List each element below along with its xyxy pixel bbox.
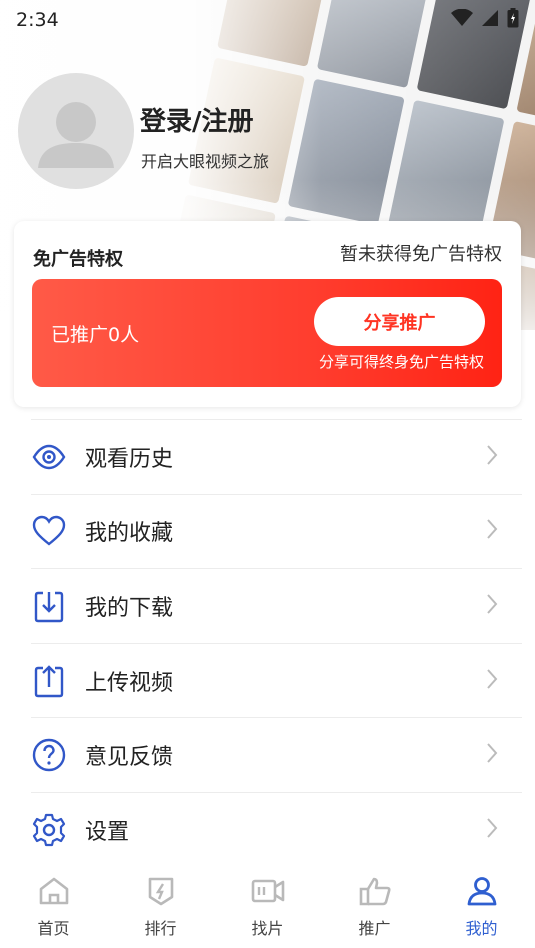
ranking-icon xyxy=(146,876,176,910)
nav-tab-find-video[interactable]: 找片 xyxy=(214,866,321,948)
share-promote-button[interactable]: 分享推广 xyxy=(314,297,485,346)
promo-count: 已推广0人 xyxy=(51,324,140,346)
profile-subtitle: 开启大眼视频之旅 xyxy=(141,152,270,171)
heart-icon xyxy=(31,513,67,549)
menu-item-settings[interactable]: 设置 xyxy=(31,791,522,867)
menu-label-favorites: 我的收藏 xyxy=(85,521,174,547)
status-bar: 2:34 xyxy=(0,0,535,40)
menu-item-feedback[interactable]: 意见反馈 xyxy=(31,717,522,792)
menu-label-downloads: 我的下载 xyxy=(85,595,174,621)
menu-item-downloads[interactable]: 我的下载 xyxy=(31,568,522,643)
nav-label-promote: 推广 xyxy=(358,919,391,938)
nav-tab-promote[interactable]: 推广 xyxy=(321,866,428,948)
share-hint: 分享可得终身免广告特权 xyxy=(318,353,484,371)
wifi-icon xyxy=(451,8,473,32)
download-icon xyxy=(31,588,67,624)
user-silhouette-icon xyxy=(38,102,114,168)
avatar[interactable] xyxy=(18,73,134,189)
nav-label-find-video: 找片 xyxy=(251,919,284,938)
menu-item-watch-history[interactable]: 观看历史 xyxy=(31,419,522,494)
promo-box: 已推广0人 分享推广 分享可得终身免广告特权 xyxy=(32,279,502,387)
eye-icon xyxy=(31,439,67,475)
upload-icon xyxy=(31,663,67,699)
menu-item-favorites[interactable]: 我的收藏 xyxy=(31,493,522,569)
chevron-right-icon xyxy=(486,742,498,768)
status-time: 2:34 xyxy=(16,9,59,31)
battery-icon xyxy=(507,7,519,33)
chevron-right-icon xyxy=(486,593,498,619)
nav-tab-home[interactable]: 首页 xyxy=(0,866,107,948)
bottom-navigation: 首页 排行 找片 推广 我的 xyxy=(0,866,535,948)
chevron-right-icon xyxy=(486,444,498,470)
menu-label-feedback: 意见反馈 xyxy=(85,745,174,771)
login-register-link[interactable]: 登录/注册 xyxy=(140,101,254,138)
menu-label-watch-history: 观看历史 xyxy=(85,446,174,472)
nav-tab-mine[interactable]: 我的 xyxy=(428,866,535,948)
chevron-right-icon xyxy=(486,817,498,843)
nav-tab-ranking[interactable]: 排行 xyxy=(107,866,214,948)
nav-label-ranking: 排行 xyxy=(144,919,177,938)
menu-item-upload-video[interactable]: 上传视频 xyxy=(31,642,522,718)
menu-label-upload-video: 上传视频 xyxy=(85,670,174,696)
ad-free-card: 免广告特权 暂未获得免广告特权 已推广0人 分享推广 分享可得终身免广告特权 xyxy=(14,221,521,407)
nav-label-mine: 我的 xyxy=(465,919,498,938)
settings-menu: 观看历史 我的收藏 我的下载 上传视频 意见反馈 设置 xyxy=(31,419,522,867)
thumbs-up-icon xyxy=(358,876,392,910)
gear-icon xyxy=(31,812,67,848)
nav-label-home: 首页 xyxy=(37,919,70,938)
ad-free-status: 暂未获得免广告特权 xyxy=(340,244,502,265)
home-icon xyxy=(38,876,70,910)
chevron-right-icon xyxy=(486,518,498,544)
video-camera-icon xyxy=(251,876,285,910)
signal-icon xyxy=(481,9,499,32)
question-icon xyxy=(31,737,67,773)
chevron-right-icon xyxy=(486,668,498,694)
menu-label-settings: 设置 xyxy=(85,819,130,845)
user-icon xyxy=(466,876,498,910)
ad-free-title: 免广告特权 xyxy=(33,249,123,270)
